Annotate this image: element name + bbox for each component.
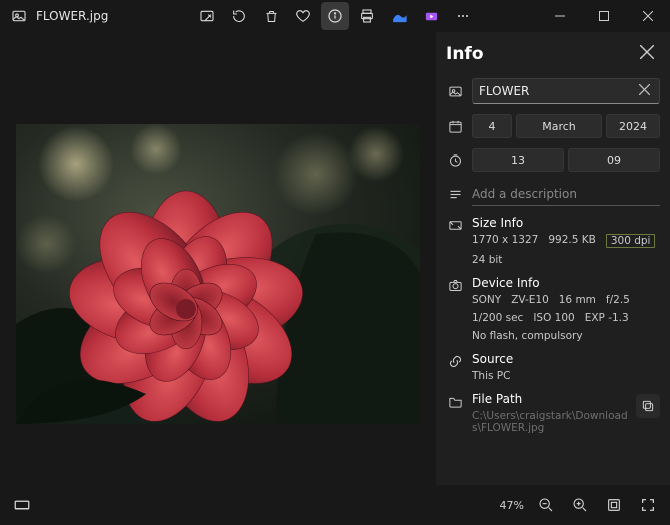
size-dimensions: 1770 x 1327 bbox=[472, 234, 538, 248]
device-make: SONY bbox=[472, 294, 501, 306]
path-label: File Path bbox=[472, 392, 628, 406]
path-value: C:\Users\craigstark\Downloads\FLOWER.jpg bbox=[472, 410, 628, 434]
print-icon[interactable] bbox=[353, 2, 381, 30]
maximize-button[interactable] bbox=[582, 0, 626, 32]
copy-path-button[interactable] bbox=[636, 394, 660, 418]
delete-icon[interactable] bbox=[257, 2, 285, 30]
device-model: ZV-E10 bbox=[511, 294, 549, 306]
info-panel: Info FLOWER 4 March 2024 bbox=[436, 32, 670, 485]
size-label: Size Info bbox=[472, 216, 660, 230]
info-icon[interactable] bbox=[321, 2, 349, 30]
edit-icon[interactable] bbox=[193, 2, 221, 30]
paint-app-icon[interactable] bbox=[385, 2, 413, 30]
size-filesize: 992.5 KB bbox=[548, 234, 596, 248]
bottom-bar: 47% bbox=[0, 485, 670, 525]
info-title: Info bbox=[446, 44, 484, 64]
app-icon bbox=[8, 5, 30, 27]
time-hour[interactable]: 13 bbox=[472, 148, 564, 172]
size-dpi: 300 dpi bbox=[606, 234, 656, 248]
device-exp: EXP -1.3 bbox=[585, 312, 629, 324]
image-viewer[interactable] bbox=[0, 32, 436, 485]
device-shutter: 1/200 sec bbox=[472, 312, 523, 324]
date-month[interactable]: March bbox=[516, 114, 602, 138]
clipchamp-icon[interactable] bbox=[417, 2, 445, 30]
description-icon bbox=[446, 185, 464, 203]
fullscreen-icon[interactable] bbox=[636, 493, 660, 517]
calendar-icon bbox=[446, 117, 464, 135]
rotate-icon[interactable] bbox=[225, 2, 253, 30]
image-icon bbox=[446, 82, 464, 100]
source-label: Source bbox=[472, 352, 660, 366]
minimize-button[interactable] bbox=[538, 0, 582, 32]
window-controls bbox=[538, 0, 670, 32]
main-toolbar bbox=[193, 2, 477, 30]
time-min[interactable]: 09 bbox=[568, 148, 660, 172]
zoom-in-icon[interactable] bbox=[568, 493, 592, 517]
source-icon bbox=[446, 352, 464, 370]
photo-image bbox=[16, 124, 420, 424]
clock-icon bbox=[446, 151, 464, 169]
source-value: This PC bbox=[472, 370, 510, 382]
main-area: Info FLOWER 4 March 2024 bbox=[0, 32, 670, 485]
favorite-icon[interactable] bbox=[289, 2, 317, 30]
device-iso: ISO 100 bbox=[533, 312, 574, 324]
titlebar: FLOWER.jpg bbox=[0, 0, 670, 32]
filmstrip-icon[interactable] bbox=[10, 493, 34, 517]
device-flash: No flash, compulsory bbox=[472, 330, 583, 342]
clear-icon[interactable] bbox=[639, 84, 653, 98]
date-year[interactable]: 2024 bbox=[606, 114, 660, 138]
window-title: FLOWER.jpg bbox=[36, 9, 108, 23]
filename-value: FLOWER bbox=[479, 84, 529, 98]
fit-icon[interactable] bbox=[602, 493, 626, 517]
zoom-out-icon[interactable] bbox=[534, 493, 558, 517]
size-icon bbox=[446, 216, 464, 234]
filename-input[interactable]: FLOWER bbox=[472, 78, 660, 104]
close-button[interactable] bbox=[626, 0, 670, 32]
device-label: Device Info bbox=[472, 276, 660, 290]
more-icon[interactable] bbox=[449, 2, 477, 30]
camera-icon bbox=[446, 276, 464, 294]
close-info-button[interactable] bbox=[640, 45, 658, 63]
folder-icon bbox=[446, 392, 464, 410]
device-aperture: f/2.5 bbox=[606, 294, 630, 306]
device-focal: 16 mm bbox=[559, 294, 596, 306]
zoom-value: 47% bbox=[500, 499, 524, 512]
date-day[interactable]: 4 bbox=[472, 114, 512, 138]
description-input[interactable]: Add a description bbox=[472, 182, 660, 206]
size-depth: 24 bit bbox=[472, 254, 502, 266]
